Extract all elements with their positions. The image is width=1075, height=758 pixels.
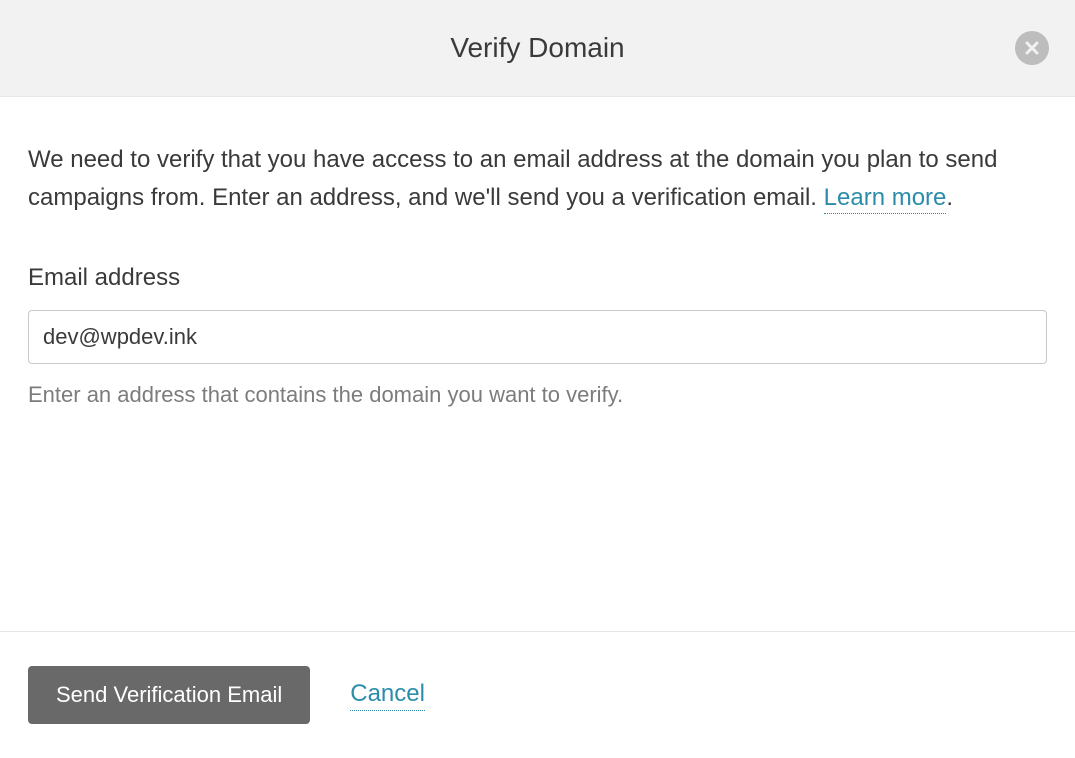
close-button[interactable] <box>1015 31 1049 65</box>
description-after: . <box>946 184 953 211</box>
cancel-link[interactable]: Cancel <box>350 680 425 711</box>
modal-body: We need to verify that you have access t… <box>0 97 1075 631</box>
modal-description: We need to verify that you have access t… <box>28 141 1047 218</box>
modal-footer: Send Verification Email Cancel <box>0 631 1075 758</box>
email-helper-text: Enter an address that contains the domai… <box>28 382 1047 408</box>
close-icon <box>1024 40 1040 56</box>
email-field-label: Email address <box>28 264 1047 292</box>
verify-domain-modal: Verify Domain We need to verify that you… <box>0 0 1075 758</box>
learn-more-link[interactable]: Learn more <box>824 184 947 214</box>
email-input[interactable] <box>28 310 1047 364</box>
modal-header: Verify Domain <box>0 0 1075 97</box>
send-verification-button[interactable]: Send Verification Email <box>28 666 310 724</box>
modal-title: Verify Domain <box>450 32 624 64</box>
